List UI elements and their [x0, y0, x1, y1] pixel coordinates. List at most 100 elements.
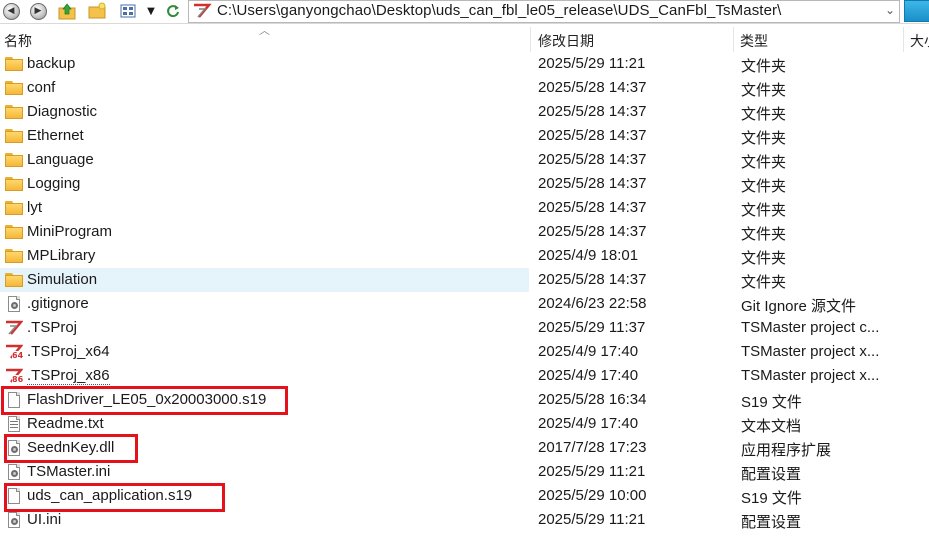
folder-icon	[5, 176, 23, 192]
file-name: MiniProgram	[27, 223, 113, 240]
column-divider[interactable]	[903, 27, 904, 52]
column-header-type[interactable]: 类型	[740, 31, 768, 51]
ini-file-icon	[5, 464, 23, 480]
file-row[interactable]: UI.ini 2025/5/29 11:21 配置设置	[0, 508, 929, 532]
row-highlight	[0, 196, 529, 220]
dropdown-icon[interactable]: ▼	[142, 2, 160, 20]
folder-icon	[5, 56, 23, 72]
file-row[interactable]: lyt 2025/5/28 14:37 文件夹	[0, 196, 929, 220]
view-mode-icon[interactable]	[119, 2, 137, 20]
folder-icon	[5, 152, 23, 168]
file-row[interactable]: 86 .TSProj_x86 2025/4/9 17:40 TSMaster proj…	[0, 364, 929, 388]
row-highlight	[0, 52, 529, 76]
file-date: 2025/4/9 17:40	[538, 343, 639, 360]
folder-icon	[5, 272, 23, 288]
file-date: 2024/6/23 22:58	[538, 295, 647, 312]
file-row[interactable]: .gitignore 2024/6/23 22:58 Git Ignore 源文件	[0, 292, 929, 316]
refresh-icon[interactable]	[164, 2, 182, 20]
file-row[interactable]: Ethernet 2025/5/28 14:37 文件夹	[0, 124, 929, 148]
file-type: TSMaster project x...	[741, 367, 880, 384]
file-type: TSMaster project c...	[741, 319, 880, 336]
file-name: Diagnostic	[27, 103, 98, 120]
file-name: MPLibrary	[27, 247, 96, 264]
column-divider[interactable]	[530, 27, 531, 52]
column-header-row: ︿ 名称 修改日期 类型 大小	[0, 24, 929, 52]
file-type: TSMaster project x...	[741, 343, 880, 360]
folder-icon	[5, 248, 23, 264]
forward-icon[interactable]: ▶	[29, 2, 47, 20]
column-header-name[interactable]: 名称	[4, 31, 32, 51]
file-name: Readme.txt	[27, 415, 104, 432]
file-row[interactable]: Simulation 2025/5/28 14:37 文件夹	[0, 268, 929, 292]
file-type: 文件夹	[741, 202, 787, 219]
file-date: 2025/4/9 17:40	[538, 415, 639, 432]
column-header-size[interactable]: 大小	[910, 31, 929, 51]
file-name: uds_can_application.s19	[27, 487, 193, 504]
file-row[interactable]: FlashDriver_LE05_0x20003000.s19 2025/5/28…	[0, 388, 929, 412]
file-row[interactable]: Logging 2025/5/28 14:37 文件夹	[0, 172, 929, 196]
tsmaster-x64-icon: 64	[5, 344, 24, 360]
dll-file-icon	[5, 440, 23, 456]
folder-icon	[5, 104, 23, 120]
address-bar[interactable]: C:\Users\ganyongchao\Desktop\uds_can_fbl…	[188, 0, 900, 23]
file-row[interactable]: uds_can_application.s19 2025/5/29 10:00 S1…	[0, 484, 929, 508]
up-folder-icon[interactable]	[58, 2, 76, 20]
row-highlight	[0, 508, 529, 532]
column-header-date[interactable]: 修改日期	[538, 31, 594, 51]
document-icon	[5, 392, 23, 408]
file-row[interactable]: TSMaster.ini 2025/5/29 11:21 配置设置	[0, 460, 929, 484]
file-type: 文件夹	[741, 58, 787, 75]
file-row[interactable]: .TSProj 2025/5/29 11:37 TSMaster project c…	[0, 316, 929, 340]
file-date: 2025/5/28 14:37	[538, 79, 647, 96]
document-icon	[5, 488, 23, 504]
tsmaster-x86-icon: 86	[5, 368, 24, 384]
file-name: FlashDriver_LE05_0x20003000.s19	[27, 391, 267, 408]
file-type: 文本文档	[741, 418, 802, 435]
explorer-toolbar: ◀ ▶ ▼ C:\Users\ganyongchao\Desktop\uds_c…	[0, 0, 929, 24]
row-highlight	[0, 76, 529, 100]
file-name: lyt	[27, 199, 42, 216]
file-name: Language	[27, 151, 94, 168]
file-row[interactable]: Diagnostic 2025/5/28 14:37 文件夹	[0, 100, 929, 124]
file-row[interactable]: 64 .TSProj_x64 2025/4/9 17:40 TSMaster proj…	[0, 340, 929, 364]
file-date: 2025/5/28 14:37	[538, 127, 647, 144]
window-tile-icon[interactable]	[904, 0, 929, 22]
column-divider[interactable]	[733, 27, 734, 52]
file-date: 2025/5/29 11:21	[538, 55, 646, 72]
ini-file-icon	[5, 512, 23, 528]
file-type: 文件夹	[741, 178, 787, 195]
new-folder-icon[interactable]	[88, 2, 106, 20]
file-row[interactable]: backup 2025/5/29 11:21 文件夹	[0, 52, 929, 76]
file-name: backup	[27, 55, 76, 72]
folder-icon	[5, 80, 23, 96]
file-name: .TSProj_x64	[27, 343, 110, 360]
file-name: Simulation	[27, 271, 98, 288]
file-date: 2025/4/9 17:40	[538, 367, 639, 384]
folder-icon	[5, 128, 23, 144]
file-name: Ethernet	[27, 127, 84, 144]
file-row[interactable]: MiniProgram 2025/5/28 14:37 文件夹	[0, 220, 929, 244]
file-row[interactable]: SeednKey.dll 2017/7/28 17:23 应用程序扩展	[0, 436, 929, 460]
file-type: 应用程序扩展	[741, 442, 832, 459]
file-name: SeednKey.dll	[27, 439, 115, 456]
file-row[interactable]: conf 2025/5/28 14:37 文件夹	[0, 76, 929, 100]
file-date: 2025/5/29 11:21	[538, 463, 646, 480]
back-icon[interactable]: ◀	[2, 2, 20, 20]
file-date: 2025/5/28 14:37	[538, 151, 647, 168]
tsmaster-logo-icon	[193, 3, 213, 24]
file-row[interactable]: Readme.txt 2025/4/9 17:40 文本文档	[0, 412, 929, 436]
file-type: 配置设置	[741, 514, 802, 531]
file-name: conf	[27, 79, 56, 96]
file-type: 文件夹	[741, 82, 787, 99]
file-type: 文件夹	[741, 106, 787, 123]
sort-up-icon: ︿	[259, 24, 270, 37]
file-name: TSMaster.ini	[27, 463, 111, 480]
file-row[interactable]: MPLibrary 2025/4/9 18:01 文件夹	[0, 244, 929, 268]
file-name: UI.ini	[27, 511, 62, 528]
file-row[interactable]: Language 2025/5/28 14:37 文件夹	[0, 148, 929, 172]
chevron-down-icon[interactable]: ⌄	[885, 3, 895, 17]
file-name: Logging	[27, 175, 81, 192]
file-type: 文件夹	[741, 154, 787, 171]
row-highlight	[0, 316, 529, 340]
file-type: 文件夹	[741, 274, 787, 291]
